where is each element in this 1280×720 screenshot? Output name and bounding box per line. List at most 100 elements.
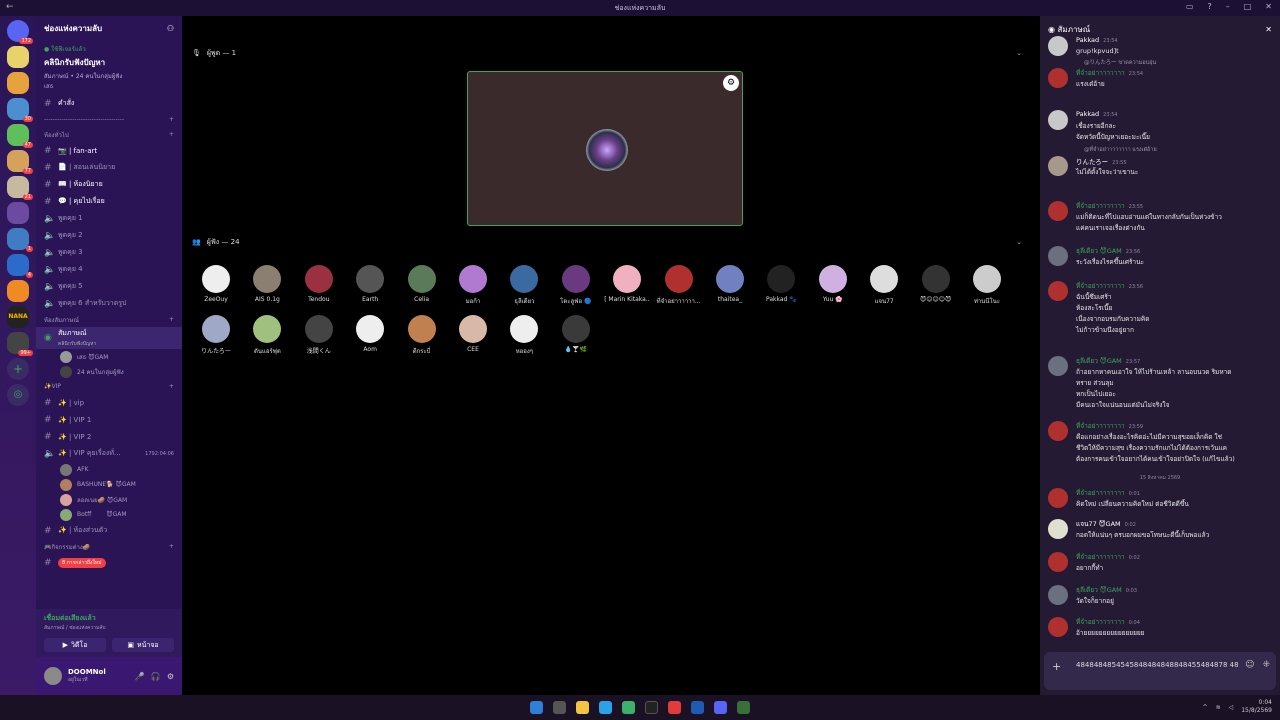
- channel-tutorial[interactable]: # 📄 | สอนเล่นนิยาย: [36, 159, 182, 176]
- server-icon[interactable]: NANA: [7, 306, 29, 328]
- category-stage[interactable]: ห้องสัมภาษณ์ +: [36, 312, 182, 327]
- server-icon[interactable]: 77: [7, 150, 33, 174]
- server-icon[interactable]: [7, 72, 29, 94]
- audience-member[interactable]: thaitea_: [707, 265, 753, 303]
- category-vip[interactable]: ✨VIP +: [36, 379, 182, 394]
- stage-audience-count[interactable]: 24 คนในกลุ่มผู้ฟัง: [36, 364, 182, 379]
- category-general[interactable]: ห้องทั่วไป +: [36, 127, 182, 142]
- channel-private[interactable]: # ✨ | ห้องส่วนตัว: [36, 522, 182, 539]
- channel-vip[interactable]: # ✨ | vip: [36, 394, 182, 411]
- audience-member[interactable]: AIS 0.1g: [244, 265, 290, 303]
- avatar[interactable]: [1048, 281, 1068, 301]
- server-icon[interactable]: [7, 46, 29, 68]
- audience-member[interactable]: ธุลีเดียว: [501, 265, 547, 306]
- audience-member[interactable]: โตะลูฟ่อ 🔵: [553, 265, 599, 306]
- message-author[interactable]: ที่จำอย่าาาาาาาา: [1076, 202, 1125, 210]
- minimize-button[interactable]: –: [1226, 2, 1230, 11]
- audience-member[interactable]: CEE: [450, 315, 496, 353]
- direct-messages-icon[interactable]: 172: [7, 20, 33, 44]
- avatar[interactable]: [1048, 519, 1068, 539]
- start-icon[interactable]: [530, 701, 543, 714]
- avatar[interactable]: [1048, 356, 1068, 376]
- avatar[interactable]: [1048, 552, 1068, 572]
- channel-commands[interactable]: # คำสั่ง: [36, 95, 182, 112]
- message-author[interactable]: ที่จำอย่าาาาาาาา: [1076, 618, 1125, 626]
- settings-gear-icon[interactable]: ⚙: [167, 672, 174, 681]
- vip-user[interactable]: AFK: [36, 462, 182, 477]
- maximize-button[interactable]: □: [1244, 2, 1252, 11]
- avatar[interactable]: [44, 667, 62, 685]
- message-author[interactable]: ที่จำอย่าาาาาาาา: [1076, 69, 1125, 77]
- help-icon[interactable]: ?: [1207, 2, 1211, 11]
- channel-novel[interactable]: # 📖 | ห้องนิยาย: [36, 176, 182, 193]
- reply-reference[interactable]: @ที่จำอย่าาาาาาาา แรงเต๋อ้าย: [1084, 146, 1157, 154]
- headphones-icon[interactable]: 🎧: [151, 672, 161, 681]
- audience-member[interactable]: 💧🍸🌿: [553, 315, 599, 353]
- audience-member[interactable]: มอก้า: [450, 265, 496, 306]
- audience-member[interactable]: Aom: [347, 315, 393, 353]
- add-server-icon[interactable]: +: [7, 358, 29, 380]
- server-header[interactable]: ช่องแห่งความลับ ⚇: [36, 16, 182, 40]
- stage-user[interactable]: เสธ 😈GAM: [36, 349, 182, 364]
- channel-chat[interactable]: # 💬 | คุยไปเรื่อย: [36, 193, 182, 210]
- speakers-header[interactable]: 🎙 ผู้พูด — 1 ⌄: [192, 46, 1022, 60]
- avatar[interactable]: [1048, 110, 1068, 130]
- voice-channel-4[interactable]: 🔈 พูดคุย 4: [36, 261, 182, 278]
- message-author[interactable]: ที่จำอย่าาาาาาาา: [1076, 489, 1125, 497]
- mic-icon[interactable]: 🎤: [135, 672, 145, 681]
- audience-member[interactable]: Tendou: [296, 265, 342, 303]
- channel-vip-1[interactable]: # ✨ | VIP 1: [36, 411, 182, 428]
- stage-channel[interactable]: ◉ สัมภาษณ์ คลินิกรับฟังปัญหา: [36, 327, 182, 349]
- message-author[interactable]: แจน77 😈GAM: [1076, 520, 1121, 528]
- avatar[interactable]: [1048, 488, 1068, 508]
- audience-member[interactable]: 😈😊😊😊😈: [913, 265, 959, 303]
- category-games[interactable]: 🎮กิจกรรมต่าง🥔 +: [36, 539, 182, 554]
- avatar[interactable]: [1048, 617, 1068, 637]
- event-banner[interactable]: ● ใช้ฟีเจอร์แล้ว คลินิกรับฟังปัญหา สัมภา…: [36, 40, 182, 95]
- vip-user[interactable]: ลอลเนย🥔 😈GAM: [36, 492, 182, 507]
- chevron-up-icon[interactable]: ^: [1203, 704, 1208, 711]
- audience-member[interactable]: ดีกระบี่: [399, 315, 445, 356]
- photoshop-icon[interactable]: [691, 701, 704, 714]
- vip-user[interactable]: Botff ⠀⠀⠀😈GAM: [36, 507, 182, 522]
- channel-vip-chat[interactable]: 🔈 ✨ | VIP คุยเรื่องทั่... 1792:04:06: [36, 445, 182, 462]
- screen-share-button[interactable]: ▣ หน้าจอ: [112, 638, 174, 652]
- message-author[interactable]: ธุลีเดียว 😈GAM: [1076, 586, 1122, 594]
- message-author[interactable]: ที่จำอย่าาาาาาาา: [1076, 282, 1125, 290]
- clock[interactable]: 0:04 15/8/2569: [1241, 699, 1272, 715]
- message-input[interactable]: + 4848484854545848484848848455484878 48 …: [1044, 652, 1276, 690]
- category-divider[interactable]: ------------------------------------- +: [36, 112, 182, 127]
- server-icon[interactable]: 99+: [7, 332, 33, 356]
- apps-icon[interactable]: ⁜: [1262, 660, 1270, 670]
- close-button[interactable]: ✕: [1265, 2, 1272, 11]
- store-icon[interactable]: [622, 701, 635, 714]
- audience-member[interactable]: Celia: [399, 265, 445, 303]
- inbox-icon[interactable]: ▭: [1186, 2, 1194, 11]
- voice-channel-6[interactable]: 🔈 พูดคุย 6 สำหรับวาดรูป: [36, 295, 182, 312]
- file-explorer-icon[interactable]: [576, 701, 589, 714]
- discord-icon[interactable]: [714, 701, 727, 714]
- message-input-text[interactable]: 4848484854545848484848848455484878 48: [1076, 660, 1246, 671]
- channel-mentions[interactable]: #8 การกล่าวถึงใหม่: [36, 554, 182, 571]
- discover-icon[interactable]: ◎: [7, 384, 29, 406]
- avatar[interactable]: [1048, 156, 1068, 176]
- stage-options-icon[interactable]: ⚙: [723, 75, 739, 91]
- message-author[interactable]: Pakkad: [1076, 110, 1099, 118]
- audience-member[interactable]: หอองๆ: [501, 315, 547, 356]
- avatar[interactable]: [1048, 421, 1068, 441]
- audience-member[interactable]: แจน77: [861, 265, 907, 306]
- channel-fan-art[interactable]: # 📷 | fan-art: [36, 142, 182, 159]
- audience-member[interactable]: 浅間くん: [296, 315, 342, 355]
- channel-vip-2[interactable]: # ✨ | VIP 2: [36, 428, 182, 445]
- volume-icon[interactable]: ◁: [1229, 704, 1234, 711]
- message-author[interactable]: りんたろー: [1076, 158, 1108, 166]
- avatar[interactable]: [1048, 201, 1068, 221]
- wifi-icon[interactable]: ≋: [1216, 704, 1221, 711]
- audience-member[interactable]: りんたろー: [193, 315, 239, 355]
- server-icon[interactable]: 4: [7, 254, 33, 278]
- message-author[interactable]: ธุลีเดียว 😈GAM: [1076, 357, 1122, 365]
- audience-member[interactable]: ดันแอร์ฟุต: [244, 315, 290, 356]
- vip-user[interactable]: BASHUNE🐕 😈GAM: [36, 477, 182, 492]
- edge-icon[interactable]: [599, 701, 612, 714]
- server-icon[interactable]: 47: [7, 124, 33, 148]
